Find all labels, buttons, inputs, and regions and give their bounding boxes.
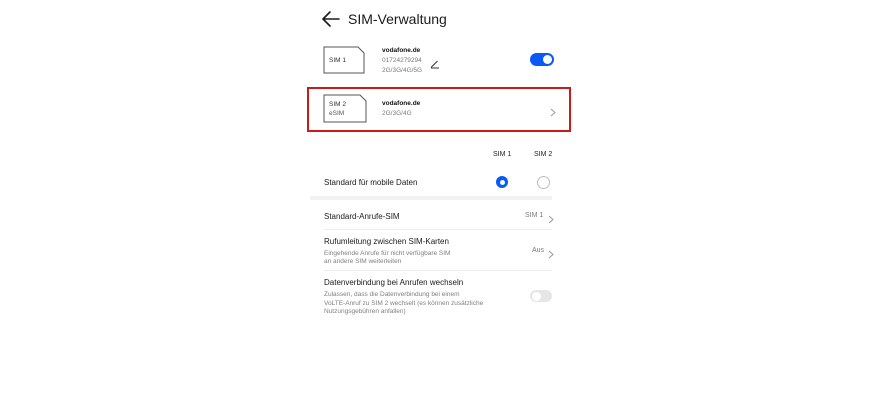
default-calls-label: Standard-Anrufe-SIM	[324, 212, 400, 221]
mobile-data-label: Standard für mobile Daten	[324, 178, 418, 187]
arrow-left-icon[interactable]	[320, 9, 342, 29]
data-switch-desc-line1: Zulassen, dass die Datenverbindung bei e…	[324, 291, 460, 298]
sim1-card-label: SIM 1	[329, 57, 346, 64]
sim2-networks: 2G/3G/4G	[382, 110, 412, 117]
forwarding-desc-line2: an andere SIM weiterleiten	[324, 258, 402, 265]
sim2-card-label: SIM 2	[329, 101, 346, 108]
data-switch-label: Datenverbindung bei Anrufen wechseln	[324, 278, 464, 287]
sim1-enable-toggle[interactable]	[530, 53, 554, 66]
forwarding-value: Aus	[532, 247, 545, 254]
default-calls-value: SIM 1	[525, 212, 544, 219]
forwarding-row[interactable]: Rufumleitung zwischen SIM-Karten Eingehe…	[310, 233, 556, 269]
divider	[324, 229, 552, 230]
chevron-right-icon[interactable]	[550, 104, 556, 117]
divider	[324, 270, 552, 271]
pencil-icon[interactable]	[430, 56, 440, 69]
sim2-card-sublabel: eSIM	[329, 110, 345, 117]
toggle-knob	[543, 55, 552, 64]
sim1-number: 01724279294	[382, 57, 422, 64]
radio-dot	[499, 179, 505, 185]
default-calls-row[interactable]: Standard-Anrufe-SIM SIM 1	[310, 203, 556, 228]
sim2-carrier: vodafone.de	[382, 100, 421, 107]
forwarding-label: Rufumleitung zwischen SIM-Karten	[324, 237, 449, 246]
sim2-card-icon[interactable]: SIM 2 eSIM	[323, 94, 367, 123]
toggle-knob	[531, 291, 541, 301]
sim1-card-icon: SIM 1	[323, 46, 365, 74]
section-divider	[310, 196, 552, 200]
mobile-data-sim2-radio[interactable]	[537, 176, 550, 189]
column-header-sim1: SIM 1	[493, 151, 512, 158]
sim1-networks: 2G/3G/4G/5G	[382, 67, 423, 74]
column-header-sim2: SIM 2	[534, 151, 553, 158]
page-title: SIM-Verwaltung	[348, 11, 447, 27]
sim1-carrier: vodafone.de	[382, 47, 421, 54]
data-switch-desc-line3: Nutzungsgebühren anfallen)	[324, 308, 406, 315]
data-switch-toggle	[530, 290, 552, 302]
mobile-data-sim1-radio[interactable]	[496, 176, 508, 188]
data-switch-desc-line2: VoLTE-Anruf zu SIM 2 wechselt (es können…	[324, 299, 484, 307]
chevron-right-icon	[548, 211, 554, 224]
chevron-right-icon	[548, 246, 554, 259]
